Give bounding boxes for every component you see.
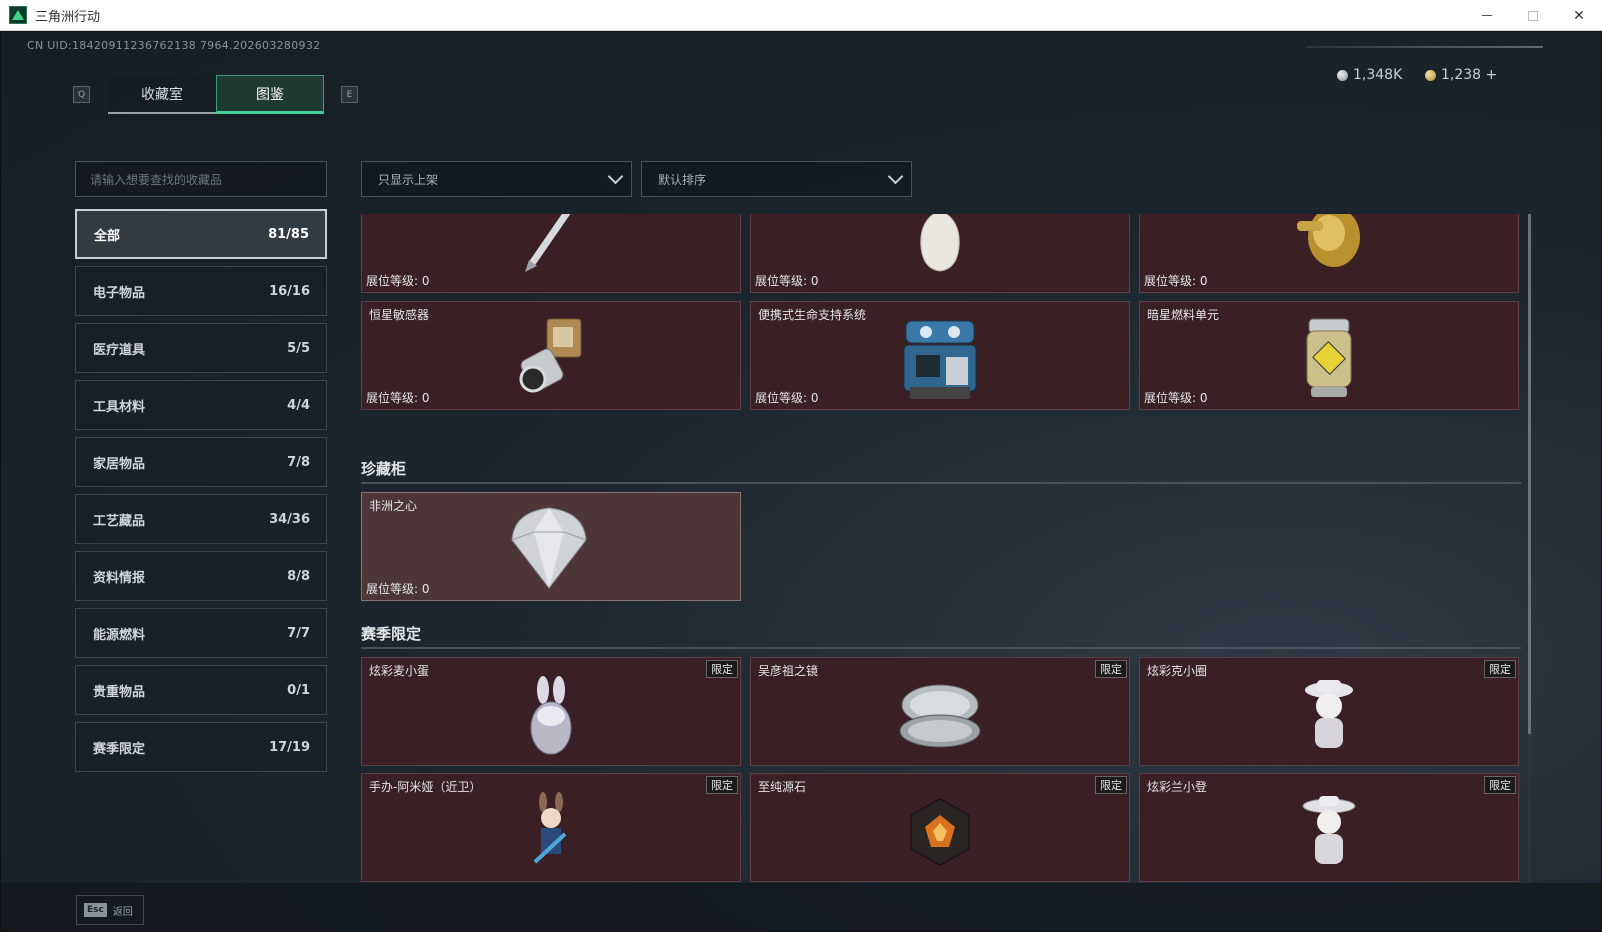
grid-scrollbar[interactable] [1528, 214, 1531, 882]
section-title-treasure: 珍藏柜 [361, 460, 407, 478]
category-season-limited[interactable]: 赛季限定 17/19 [75, 722, 327, 772]
category-crafts[interactable]: 工艺藏品 34/36 [75, 494, 327, 544]
compact-mirror-icon [899, 684, 981, 747]
silver-coin-icon [1337, 69, 1348, 81]
section-title-season-limited: 赛季限定 [361, 625, 422, 643]
category-medical[interactable]: 医疗道具 5/5 [75, 323, 327, 373]
fuel-cell-icon [1306, 318, 1352, 397]
window-title: 三角洲行动 [35, 8, 101, 24]
collection-card[interactable]: 至纯源石 限定 [750, 773, 1130, 882]
limited-badge: 限定 [1095, 660, 1127, 678]
category-valuables[interactable]: 贵重物品 0/1 [75, 665, 327, 715]
silver-currency: 1,348K [1337, 67, 1402, 83]
collection-card[interactable]: 展位等级: 0 [361, 214, 741, 293]
game-view: CN UID:18420911236762138 7964.2026032809… [0, 31, 1602, 932]
chevron-down-icon [607, 168, 624, 184]
window-titlebar: 三角洲行动 ✕ [0, 0, 1602, 31]
section-divider [361, 647, 1521, 649]
collection-card[interactable]: 吴彦祖之镜 限定 [750, 657, 1130, 766]
gold-coin-icon [1425, 69, 1436, 81]
app-logo-icon [9, 6, 27, 24]
figurine-icon [533, 791, 567, 863]
vase-icon [920, 214, 960, 272]
minimize-button[interactable] [1464, 0, 1510, 31]
category-intel[interactable]: 资料情报 8/8 [75, 551, 327, 601]
sort-dropdown[interactable]: 默认排序 [641, 161, 912, 197]
collection-card[interactable]: 恒星敏感器 展位等级: 0 [361, 301, 741, 410]
figure-sombrero-icon [1302, 795, 1356, 864]
category-all[interactable]: 全部 81/85 [75, 209, 327, 259]
limited-badge: 限定 [706, 776, 738, 794]
scrollbar-thumb[interactable] [1528, 214, 1531, 734]
top-divider [1307, 46, 1543, 48]
collection-grid: 展位等级: 0 展位等级: 0 展位等级: 0 恒星敏感器 展位等级: 0 便携… [361, 214, 1521, 882]
footer-bar: Esc 返回 [1, 883, 1601, 932]
bunny-egg-icon [530, 675, 572, 754]
section-divider [361, 482, 1521, 484]
collection-card[interactable]: 便携式生命支持系统 展位等级: 0 [750, 301, 1130, 410]
collection-card[interactable]: 展位等级: 0 [750, 214, 1130, 293]
pen-icon [525, 214, 571, 272]
collection-card[interactable]: 炫彩麦小蛋 限定 [361, 657, 741, 766]
limited-badge: 限定 [1484, 776, 1516, 794]
gold-statue-icon [1297, 214, 1360, 267]
tab-collection-room[interactable]: 收藏室 [108, 75, 216, 114]
category-tools[interactable]: 工具材料 4/4 [75, 380, 327, 430]
collection-search-input[interactable]: 请输入想要查找的收藏品 [75, 161, 327, 197]
player-uid: CN UID:18420911236762138 7964.2026032809… [27, 39, 321, 52]
source-stone-icon [910, 797, 970, 866]
back-button[interactable]: Esc 返回 [76, 895, 144, 925]
chevron-down-icon [887, 168, 904, 184]
next-tab-key-hint: E [341, 86, 358, 103]
limited-badge: 限定 [706, 660, 738, 678]
limited-badge: 限定 [1095, 776, 1127, 794]
diamond-icon [511, 506, 587, 589]
prev-tab-key-hint: Q [73, 86, 90, 103]
collection-card[interactable]: 暗星燃料单元 展位等级: 0 [1139, 301, 1519, 410]
collection-card[interactable]: 展位等级: 0 [1139, 214, 1519, 293]
shelf-filter-dropdown[interactable]: 只显示上架 [361, 161, 632, 197]
gold-currency[interactable]: 1,238 + [1425, 67, 1497, 83]
collection-card[interactable]: 手办-阿米娅（近卫） 限定 [361, 773, 741, 882]
collection-card[interactable]: 炫彩兰小登 限定 [1139, 773, 1519, 882]
sensor-icon [519, 318, 582, 392]
tab-encyclopedia[interactable]: 图鉴 [216, 75, 324, 114]
category-household[interactable]: 家居物品 7/8 [75, 437, 327, 487]
esc-key-hint: Esc [84, 903, 107, 917]
limited-badge: 限定 [1484, 660, 1516, 678]
collection-card[interactable]: 炫彩克小圈 限定 [1139, 657, 1519, 766]
maximize-button[interactable] [1510, 0, 1556, 31]
life-support-icon [903, 320, 977, 399]
collection-card[interactable]: 非洲之心 展位等级: 0 [361, 492, 741, 601]
figure-hat-icon [1305, 679, 1353, 748]
category-energy[interactable]: 能源燃料 7/7 [75, 608, 327, 658]
close-window-button[interactable]: ✕ [1556, 0, 1602, 31]
category-electronics[interactable]: 电子物品 16/16 [75, 266, 327, 316]
